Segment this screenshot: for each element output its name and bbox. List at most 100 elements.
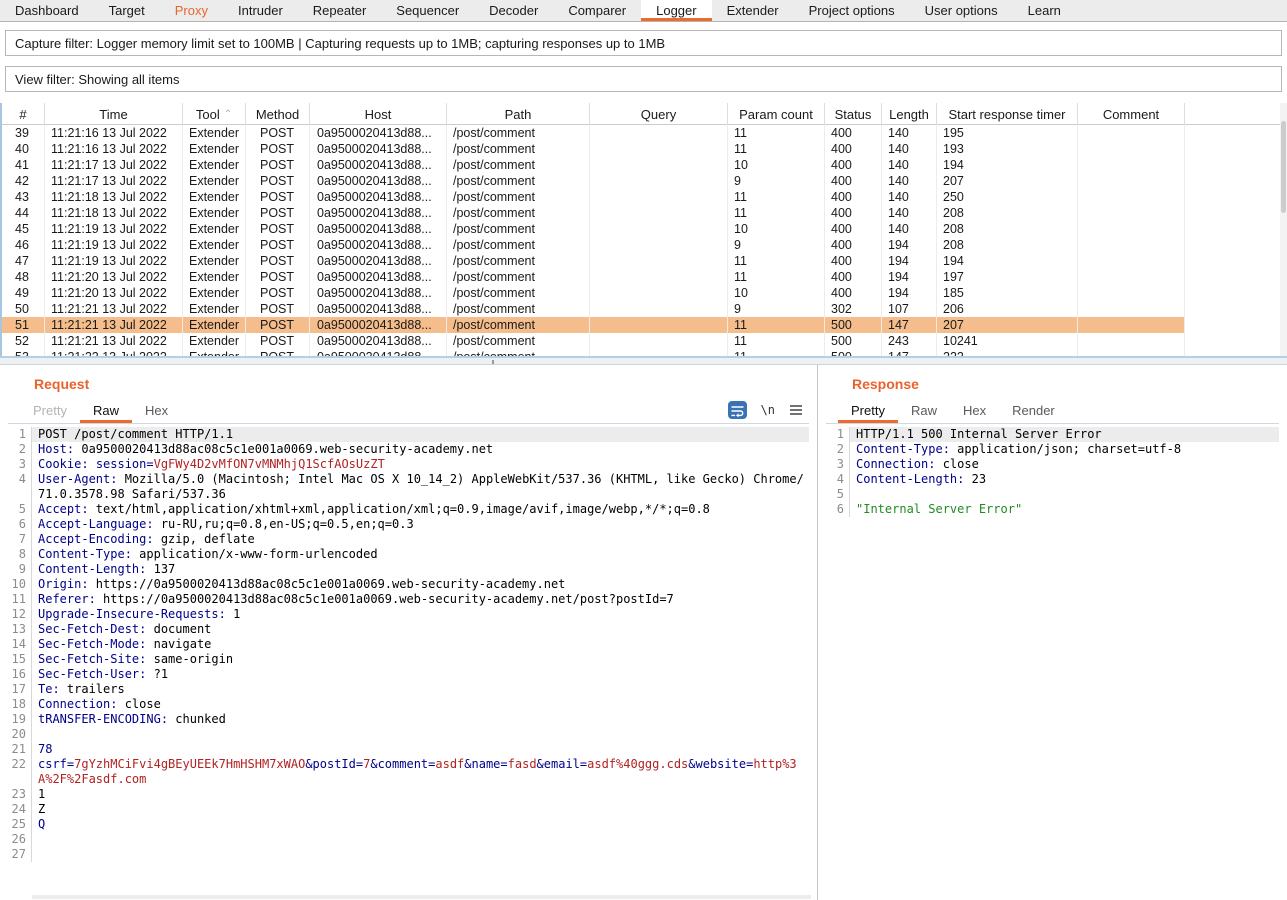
cell-host: 0a9500020413d88... xyxy=(310,333,447,349)
column-header-label: Method xyxy=(256,107,299,122)
line-number: 17 xyxy=(8,682,32,697)
table-row[interactable]: 4811:21:20 13 Jul 2022ExtenderPOST0a9500… xyxy=(2,269,1280,285)
capture-filter-bar[interactable]: Capture filter: Logger memory limit set … xyxy=(5,30,1282,56)
table-row[interactable]: 4911:21:20 13 Jul 2022ExtenderPOST0a9500… xyxy=(2,285,1280,301)
response-tab-raw[interactable]: Raw xyxy=(898,397,950,423)
cell-method: POST xyxy=(246,125,310,141)
column-header--[interactable]: # xyxy=(2,103,45,125)
cell-comment xyxy=(1078,237,1185,253)
cell-start-response-timer: 194 xyxy=(937,253,1078,269)
table-row[interactable]: 5011:21:21 13 Jul 2022ExtenderPOST0a9500… xyxy=(2,301,1280,317)
column-header-tool[interactable]: Tool⌃ xyxy=(183,103,246,125)
tab-proxy[interactable]: Proxy xyxy=(160,0,223,21)
column-header-host[interactable]: Host xyxy=(310,103,447,125)
cell-time: 11:21:19 13 Jul 2022 xyxy=(45,221,183,237)
view-filter-bar[interactable]: View filter: Showing all items xyxy=(5,66,1282,92)
column-header-query[interactable]: Query xyxy=(590,103,728,125)
cell-query xyxy=(590,205,728,221)
tab-comparer[interactable]: Comparer xyxy=(553,0,641,21)
table-row[interactable]: 4211:21:17 13 Jul 2022ExtenderPOST0a9500… xyxy=(2,173,1280,189)
menu-icon[interactable] xyxy=(789,404,803,416)
cell-comment xyxy=(1078,333,1185,349)
cell-host: 0a9500020413d88... xyxy=(310,349,447,356)
column-header-time[interactable]: Time xyxy=(45,103,183,125)
line-content: Origin: https://0a9500020413d88ac08c5c1e… xyxy=(32,577,809,592)
code-line: 9Content-Length: 137 xyxy=(8,562,809,577)
table-row[interactable]: 4511:21:19 13 Jul 2022ExtenderPOST0a9500… xyxy=(2,221,1280,237)
column-header-comment[interactable]: Comment xyxy=(1078,103,1185,125)
column-header-start-response-timer[interactable]: Start response timer xyxy=(937,103,1078,125)
request-title: Request xyxy=(34,376,817,392)
code-line: 3Connection: close xyxy=(826,457,1279,472)
cell-path: /post/comment xyxy=(447,301,590,317)
table-row[interactable]: 4311:21:18 13 Jul 2022ExtenderPOST0a9500… xyxy=(2,189,1280,205)
cell-time: 11:21:20 13 Jul 2022 xyxy=(45,269,183,285)
cell-length: 140 xyxy=(882,125,937,141)
code-line: 14Sec-Fetch-Mode: navigate xyxy=(8,637,809,652)
cell-param-count: 10 xyxy=(728,157,825,173)
request-tab-bar: PrettyRawHex \n xyxy=(20,397,809,423)
cell-query xyxy=(590,157,728,173)
cell-filler xyxy=(1185,141,1280,157)
code-line: 20 xyxy=(8,727,809,742)
response-tab-pretty[interactable]: Pretty xyxy=(838,397,898,423)
table-row[interactable]: 4011:21:16 13 Jul 2022ExtenderPOST0a9500… xyxy=(2,141,1280,157)
cell-status: 400 xyxy=(825,285,882,301)
response-tab-render[interactable]: Render xyxy=(999,397,1068,423)
column-header-status[interactable]: Status xyxy=(825,103,882,125)
cell--: 43 xyxy=(2,189,45,205)
request-editor-hscrollbar[interactable] xyxy=(32,895,811,899)
table-row[interactable]: 5311:21:22 13 Jul 2022ExtenderPOST0a9500… xyxy=(2,349,1280,356)
code-line: 12Upgrade-Insecure-Requests: 1 xyxy=(8,607,809,622)
tab-dashboard[interactable]: Dashboard xyxy=(0,0,94,21)
cell-length: 194 xyxy=(882,285,937,301)
cell-time: 11:21:18 13 Jul 2022 xyxy=(45,205,183,221)
newline-icon[interactable]: \n xyxy=(761,403,775,417)
column-header-label: Path xyxy=(505,107,532,122)
column-header-method[interactable]: Method xyxy=(246,103,310,125)
splitter-grip-icon xyxy=(492,360,494,364)
tab-decoder[interactable]: Decoder xyxy=(474,0,553,21)
cell-filler xyxy=(1185,221,1280,237)
response-tab-hex[interactable]: Hex xyxy=(950,397,999,423)
tab-target[interactable]: Target xyxy=(94,0,160,21)
line-content: Content-Type: application/json; charset=… xyxy=(850,442,1279,457)
table-row[interactable]: 4711:21:19 13 Jul 2022ExtenderPOST0a9500… xyxy=(2,253,1280,269)
table-row[interactable]: 4111:21:17 13 Jul 2022ExtenderPOST0a9500… xyxy=(2,157,1280,173)
request-tab-raw[interactable]: Raw xyxy=(80,397,132,423)
cell-time: 11:21:21 13 Jul 2022 xyxy=(45,333,183,349)
tab-logger[interactable]: Logger xyxy=(641,0,711,21)
tab-intruder[interactable]: Intruder xyxy=(223,0,298,21)
table-row[interactable]: 4411:21:18 13 Jul 2022ExtenderPOST0a9500… xyxy=(2,205,1280,221)
horizontal-splitter[interactable] xyxy=(0,356,1287,365)
request-tab-pretty[interactable]: Pretty xyxy=(20,397,80,423)
cell-start-response-timer: 208 xyxy=(937,237,1078,253)
column-header-length[interactable]: Length xyxy=(882,103,937,125)
response-editor[interactable]: 1HTTP/1.1 500 Internal Server Error2Cont… xyxy=(826,423,1279,892)
word-wrap-icon[interactable] xyxy=(728,401,747,419)
tab-extender[interactable]: Extender xyxy=(712,0,794,21)
cell-query xyxy=(590,189,728,205)
cell-tool: Extender xyxy=(183,301,246,317)
cell--: 42 xyxy=(2,173,45,189)
table-scrollbar-thumb[interactable] xyxy=(1281,121,1286,213)
table-row[interactable]: 4611:21:19 13 Jul 2022ExtenderPOST0a9500… xyxy=(2,237,1280,253)
tab-sequencer[interactable]: Sequencer xyxy=(381,0,474,21)
code-line: 5Accept: text/html,application/xhtml+xml… xyxy=(8,502,809,517)
tab-learn[interactable]: Learn xyxy=(1013,0,1076,21)
table-row[interactable]: 5211:21:21 13 Jul 2022ExtenderPOST0a9500… xyxy=(2,333,1280,349)
column-header-param-count[interactable]: Param count xyxy=(728,103,825,125)
table-row[interactable]: 3911:21:16 13 Jul 2022ExtenderPOST0a9500… xyxy=(2,125,1280,141)
table-row[interactable]: 5111:21:21 13 Jul 2022ExtenderPOST0a9500… xyxy=(2,317,1280,333)
line-number: 14 xyxy=(8,637,32,652)
code-line: 7Accept-Encoding: gzip, deflate xyxy=(8,532,809,547)
column-header-path[interactable]: Path xyxy=(447,103,590,125)
request-editor[interactable]: 1POST /post/comment HTTP/1.12Host: 0a950… xyxy=(8,423,809,892)
cell-query xyxy=(590,125,728,141)
tab-user-options[interactable]: User options xyxy=(910,0,1013,21)
cell-method: POST xyxy=(246,221,310,237)
tab-repeater[interactable]: Repeater xyxy=(298,0,381,21)
request-tab-hex[interactable]: Hex xyxy=(132,397,181,423)
table-scrollbar[interactable] xyxy=(1280,103,1287,356)
tab-project-options[interactable]: Project options xyxy=(794,0,910,21)
